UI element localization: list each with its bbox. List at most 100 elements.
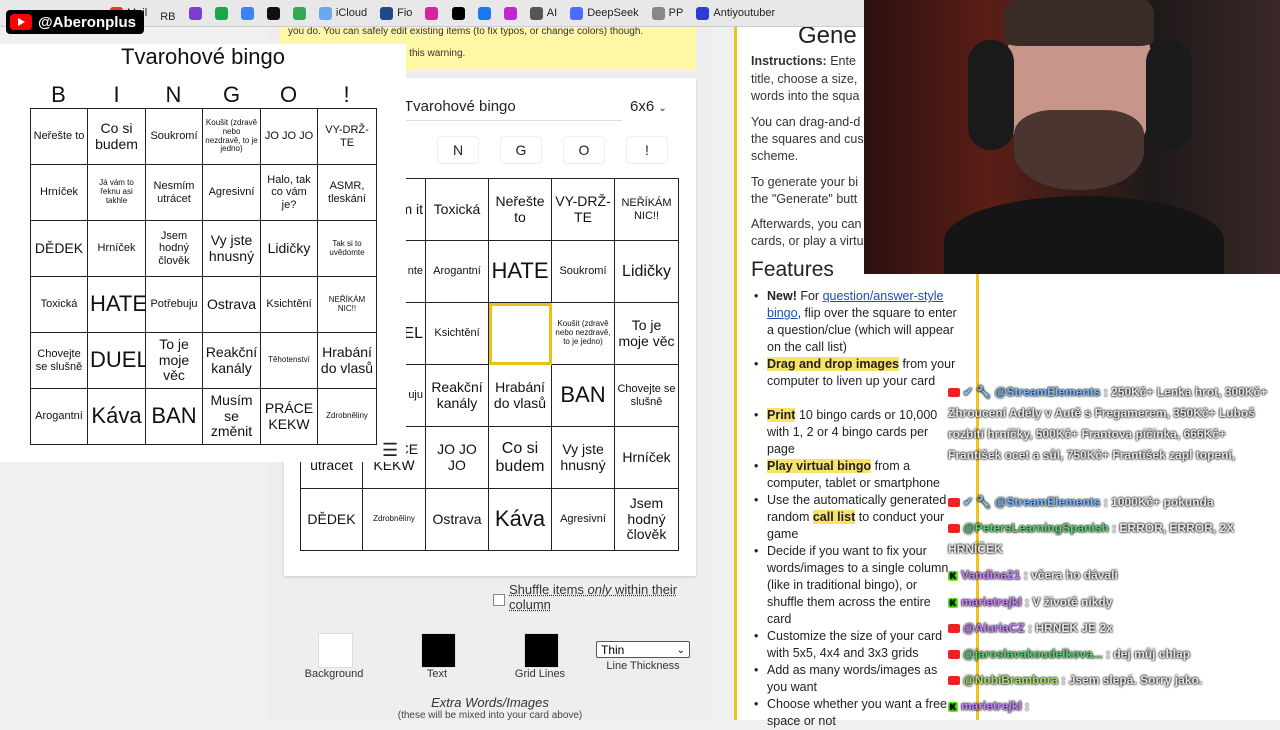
chat-username: @NobiBrambora	[963, 673, 1059, 687]
bookmark-label: iCloud	[335, 7, 368, 19]
grid-cell[interactable]: DĚDEK	[300, 488, 363, 551]
grid-cell[interactable]: Ksichtění	[425, 302, 489, 365]
grid-cell[interactable]: Vy jste hnusný	[551, 426, 615, 489]
grid-cell-selected[interactable]	[488, 302, 552, 365]
bookmark-item[interactable]	[477, 0, 491, 26]
grid-cell[interactable]: Toxická	[425, 178, 489, 241]
chat-message: ✔ 🔧 @StreamElements : 250Kč+ Lenka hrot,…	[948, 382, 1274, 466]
meta-icon	[477, 6, 491, 20]
bookmark-item[interactable]: RB	[160, 4, 175, 27]
shuffle-checkbox[interactable]	[493, 594, 505, 606]
features-heading: Features	[751, 258, 834, 281]
line-thickness-select[interactable]: Thin ⌄	[596, 641, 690, 658]
bookmark-item[interactable]	[240, 0, 254, 26]
card-cell: Soukromí	[145, 108, 203, 165]
channel-tag: @Aberonplus	[6, 10, 144, 34]
bookmark-item[interactable]	[266, 0, 280, 26]
bookmark-item[interactable]: iCloud	[318, 0, 368, 26]
bookmark-item[interactable]	[503, 0, 517, 26]
table-row: DĚDEK Hrníček Jsem hodný člověk Vy jste …	[30, 220, 377, 277]
chat-username: @StreamElements	[994, 495, 1101, 509]
bookmark-item[interactable]: Fio	[380, 0, 412, 26]
feature-text: Add as many words/images as you want	[767, 663, 938, 694]
card-cell: Ksichtění	[260, 276, 318, 333]
header-letter-input[interactable]: N	[437, 136, 479, 164]
youtube-icon	[948, 388, 960, 398]
bookmark-item[interactable]	[425, 0, 439, 26]
instagram-icon	[425, 6, 439, 20]
grid-cell[interactable]: Hrníček	[614, 426, 679, 489]
grid-cell[interactable]: Co si budem	[488, 426, 552, 489]
bookmark-label: Fio	[397, 7, 413, 19]
ai-icon	[529, 6, 543, 20]
table-row: DĚDEK Zdrobněliny Ostrava Káva Agresivní…	[300, 488, 679, 551]
feature-item: • Print 10 bingo cards or 10,000 with 1, …	[754, 408, 938, 456]
grid-cell[interactable]: Zdrobněliny	[362, 488, 426, 551]
bookmark-item[interactable]	[292, 0, 306, 26]
check-icon: ✔	[963, 385, 974, 399]
grid-cell[interactable]: Neřešte to	[488, 178, 552, 241]
header-letter-input[interactable]: !	[626, 136, 668, 164]
grid-cell[interactable]: Ostrava	[425, 488, 489, 551]
hamburger-menu-icon[interactable]: ☰	[382, 440, 398, 461]
grid-cell[interactable]: Jsem hodný člověk	[614, 488, 679, 551]
card-cell: Káva	[87, 388, 146, 445]
kick-icon: K	[948, 570, 958, 581]
bookmark-item[interactable]: AI	[529, 0, 557, 26]
headphone-right	[1146, 40, 1192, 150]
grid-cell[interactable]: Lidičky	[614, 240, 679, 303]
background-color-swatch[interactable]	[318, 633, 353, 668]
card-letter: N	[165, 82, 182, 107]
grid-cell[interactable]: Koušit (zdravě nebo nezdravě, to je jedn…	[551, 302, 615, 365]
feature-highlight: Print	[767, 408, 796, 422]
card-cell: VY-DRŽ-TE	[317, 108, 377, 165]
grid-cell[interactable]: Soukromí	[551, 240, 615, 303]
bookmark-item[interactable]: Antiyoutuber	[696, 0, 775, 26]
chat-message: ✔ 🔧 @StreamElements : 1000Kč+ pokunda	[948, 492, 1274, 513]
card-cell: Těhotenství	[260, 332, 318, 389]
grid-cell[interactable]: HATE	[488, 240, 552, 303]
bookmark-item[interactable]	[214, 0, 228, 26]
grid-cell[interactable]: Reakční kanály	[425, 364, 489, 427]
table-row: Hrníček Já vám to řeknu asi takhle Nesmí…	[30, 164, 377, 221]
grid-lines-color-swatch[interactable]	[524, 633, 559, 668]
youtube-icon	[10, 14, 32, 30]
grid-cell[interactable]: Chovejte se slušně	[614, 364, 679, 427]
card-letter: I	[113, 82, 120, 107]
grid-cell[interactable]: Hrabání do vlasů	[488, 364, 552, 427]
grid-cell[interactable]: BAN	[551, 364, 615, 427]
check-icon: ✔	[963, 495, 974, 509]
grid-cell[interactable]: Agresivní	[551, 488, 615, 551]
paragraph-text: cards, or play a virtu	[751, 234, 864, 248]
grid-cell[interactable]: JO JO JO	[425, 426, 489, 489]
text-color-swatch[interactable]	[421, 633, 456, 668]
feature-item: • Play virtual bingo from a computer, tab…	[754, 459, 941, 490]
card-cell: NEŘÍKÁM NIC!!	[317, 276, 377, 333]
paragraph-text: the "Generate" butt	[751, 192, 858, 206]
card-cell: Vy jste hnusný	[202, 220, 261, 277]
title-input[interactable]: Tvarohové bingo	[396, 94, 622, 121]
feature-text: Decide if you want to fix your words/ima…	[767, 544, 949, 626]
size-select[interactable]: 6x6 ⌄	[630, 94, 680, 120]
line-thickness-label: Line Thickness	[606, 660, 680, 672]
tiktok-icon	[451, 6, 465, 20]
grid-cell[interactable]: To je moje věc	[614, 302, 679, 365]
header-letter-input[interactable]: O	[563, 136, 605, 164]
antiyoutuber-icon	[696, 6, 710, 20]
grid-cell[interactable]: Arogantní	[425, 240, 489, 303]
extra-words-note: (these will be mixed into your card abov…	[397, 710, 583, 721]
grid-cell[interactable]: NEŘÍKÁM NIC!!	[614, 178, 679, 241]
chat-message: @PetersLearningSpanish : ERROR, ERROR, 2…	[948, 518, 1274, 560]
bookmark-item[interactable]	[188, 0, 202, 26]
feature-item: • Add as many words/images as you want	[754, 663, 938, 694]
bookmark-item[interactable]: PP	[651, 0, 683, 26]
grid-cell[interactable]: Káva	[488, 488, 552, 551]
twitch-icon	[188, 6, 202, 20]
shuffle-option[interactable]: Shuffle items only within their column	[493, 582, 689, 612]
bookmark-item[interactable]	[451, 0, 465, 26]
card-cell: Hrníček	[87, 220, 146, 277]
header-letter-input[interactable]: G	[500, 136, 542, 164]
bookmark-item[interactable]: DeepSeek	[570, 0, 639, 26]
card-cell: HATE	[87, 276, 146, 333]
grid-cell[interactable]: VY-DRŽ-TE	[551, 178, 615, 241]
